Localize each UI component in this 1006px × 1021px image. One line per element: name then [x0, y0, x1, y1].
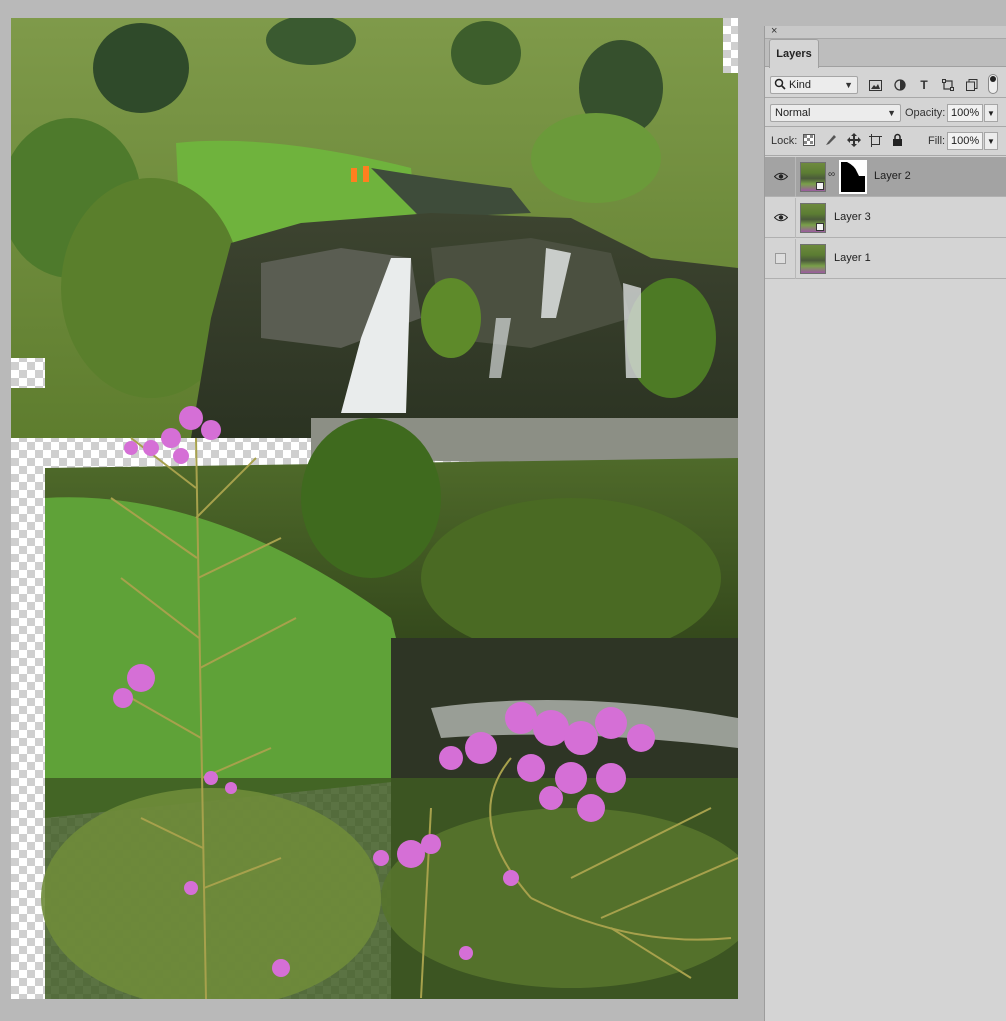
- layer-thumbnail[interactable]: [800, 162, 826, 192]
- panel-tab-row: Layers: [765, 39, 1006, 68]
- chevron-down-icon: ▼: [844, 80, 853, 90]
- type-filter-icon[interactable]: T: [916, 77, 932, 93]
- panel-title-bar[interactable]: ×: [765, 25, 1006, 39]
- filter-toggle-switch[interactable]: [988, 74, 998, 94]
- divider: [795, 157, 796, 197]
- opacity-dropdown-button[interactable]: ▼: [984, 104, 998, 122]
- visibility-eye-icon[interactable]: [773, 169, 789, 183]
- lock-image-pixels-icon[interactable]: [825, 134, 837, 149]
- tab-layers[interactable]: Layers: [769, 39, 819, 68]
- divider: [795, 239, 796, 279]
- lock-row: Lock: Fill: 100% ▼: [765, 130, 1006, 152]
- shape-filter-icon[interactable]: [940, 77, 956, 93]
- adjustment-filter-icon[interactable]: [892, 77, 908, 93]
- lock-artboard-icon[interactable]: [869, 134, 882, 150]
- fill-input[interactable]: 100%: [947, 132, 983, 150]
- layer-row-layer-3[interactable]: Layer 3: [765, 198, 1006, 238]
- canvas-photo: [11, 18, 738, 999]
- layer-mask-thumbnail[interactable]: [839, 160, 867, 194]
- kind-filter-select[interactable]: Kind ▼: [770, 76, 858, 94]
- divider: [765, 155, 1006, 156]
- layer-name[interactable]: Layer 2: [874, 170, 911, 182]
- close-icon[interactable]: ×: [771, 25, 777, 37]
- blend-row: Normal ▼ Opacity: 100% ▼: [765, 102, 1006, 124]
- layer-row-layer-2[interactable]: ∞ Layer 2: [765, 157, 1006, 197]
- smart-object-badge-icon: [816, 182, 824, 190]
- smartobject-filter-icon[interactable]: [964, 77, 980, 93]
- fill-dropdown-button[interactable]: ▼: [984, 132, 998, 150]
- layers-panel: × Layers Kind ▼ T Normal ▼ Opacity: 100%…: [764, 25, 1006, 1021]
- mask-link-icon[interactable]: ∞: [828, 169, 835, 180]
- layer-thumbnail[interactable]: [800, 244, 826, 274]
- visibility-eye-icon[interactable]: [773, 210, 789, 224]
- layer-name[interactable]: Layer 1: [834, 252, 871, 264]
- opacity-label: Opacity:: [905, 107, 946, 119]
- mask-shape: [847, 162, 865, 176]
- layer-row-layer-1[interactable]: Layer 1: [765, 239, 1006, 279]
- lock-label: Lock:: [771, 135, 798, 147]
- blend-mode-value: Normal: [775, 107, 811, 119]
- divider: [765, 97, 1006, 98]
- layer-filter-row: Kind ▼ T: [765, 73, 1006, 97]
- opacity-input[interactable]: 100%: [947, 104, 983, 122]
- image-filter-icon[interactable]: [867, 77, 883, 93]
- layer-name[interactable]: Layer 3: [834, 211, 871, 223]
- lock-all-icon[interactable]: [892, 133, 903, 149]
- visibility-toggle-off[interactable]: [775, 253, 786, 264]
- search-icon: [774, 78, 786, 93]
- blend-mode-select[interactable]: Normal ▼: [770, 104, 901, 122]
- divider: [765, 126, 1006, 127]
- chevron-down-icon: ▼: [887, 108, 896, 118]
- photo-layer: [11, 18, 738, 999]
- fill-label: Fill:: [928, 135, 946, 147]
- layer-thumbnail[interactable]: [800, 203, 826, 233]
- lock-transparent-pixels-icon[interactable]: [803, 134, 815, 149]
- smart-object-badge-icon: [816, 223, 824, 231]
- document-canvas[interactable]: [11, 18, 738, 999]
- filter-toggle-knob: [990, 76, 996, 82]
- divider: [795, 198, 796, 238]
- kind-filter-label: Kind: [789, 79, 812, 91]
- lock-position-icon[interactable]: [847, 133, 861, 150]
